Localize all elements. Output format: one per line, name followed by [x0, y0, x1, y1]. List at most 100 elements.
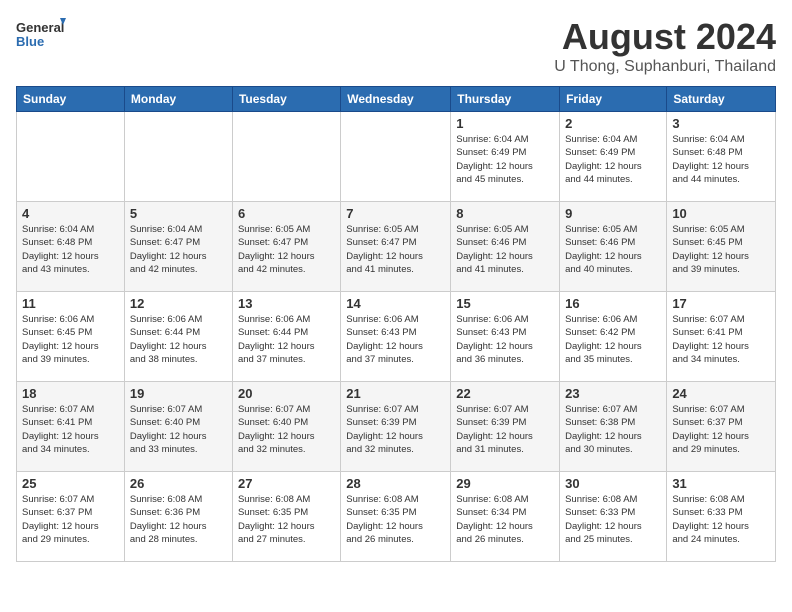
col-tuesday: Tuesday — [232, 87, 340, 112]
calendar-cell: 18 Sunrise: 6:07 AM Sunset: 6:41 PM Dayli… — [17, 382, 125, 472]
day-info: Sunrise: 6:07 AM Sunset: 6:38 PM Dayligh… — [565, 403, 661, 456]
day-number: 22 — [456, 386, 554, 401]
col-sunday: Sunday — [17, 87, 125, 112]
week-row-0: 1Sunrise: 6:04 AM Sunset: 6:49 PM Daylig… — [17, 112, 776, 202]
logo-svg: General Blue — [16, 16, 66, 56]
calendar-cell: 22 Sunrise: 6:07 AM Sunset: 6:39 PM Dayli… — [451, 382, 560, 472]
day-number: 24 — [672, 386, 770, 401]
calendar-cell: 14 Sunrise: 6:06 AM Sunset: 6:43 PM Dayli… — [341, 292, 451, 382]
day-info: Sunrise: 6:05 AM Sunset: 6:47 PM Dayligh… — [346, 223, 445, 276]
day-info: Sunrise: 6:08 AM Sunset: 6:35 PM Dayligh… — [238, 493, 335, 546]
day-info: Sunrise: 6:04 AM Sunset: 6:47 PM Dayligh… — [130, 223, 227, 276]
calendar-cell: 26Sunrise: 6:08 AM Sunset: 6:36 PM Dayli… — [124, 472, 232, 562]
logo: General Blue — [16, 16, 66, 56]
day-info: Sunrise: 6:07 AM Sunset: 6:41 PM Dayligh… — [22, 403, 119, 456]
day-number: 19 — [130, 386, 227, 401]
calendar-cell: 15 Sunrise: 6:06 AM Sunset: 6:43 PM Dayli… — [451, 292, 560, 382]
day-info: Sunrise: 6:06 AM Sunset: 6:45 PM Dayligh… — [22, 313, 119, 366]
calendar-cell: 13 Sunrise: 6:06 AM Sunset: 6:44 PM Dayli… — [232, 292, 340, 382]
day-number: 15 — [456, 296, 554, 311]
calendar-cell: 12 Sunrise: 6:06 AM Sunset: 6:44 PM Dayli… — [124, 292, 232, 382]
day-number: 27 — [238, 476, 335, 491]
day-info: Sunrise: 6:07 AM Sunset: 6:41 PM Dayligh… — [672, 313, 770, 366]
header: General Blue August 2024 U Thong, Suphan… — [16, 16, 776, 76]
day-info: Sunrise: 6:04 AM Sunset: 6:49 PM Dayligh… — [456, 133, 554, 186]
calendar-cell: 28 Sunrise: 6:08 AM Sunset: 6:35 PM Dayli… — [341, 472, 451, 562]
day-info: Sunrise: 6:05 AM Sunset: 6:46 PM Dayligh… — [565, 223, 661, 276]
calendar-cell: 7 Sunrise: 6:05 AM Sunset: 6:47 PM Daylig… — [341, 202, 451, 292]
col-saturday: Saturday — [667, 87, 776, 112]
day-info: Sunrise: 6:07 AM Sunset: 6:40 PM Dayligh… — [238, 403, 335, 456]
day-number: 18 — [22, 386, 119, 401]
day-info: Sunrise: 6:05 AM Sunset: 6:47 PM Dayligh… — [238, 223, 335, 276]
day-info: Sunrise: 6:04 AM Sunset: 6:48 PM Dayligh… — [22, 223, 119, 276]
day-number: 11 — [22, 296, 119, 311]
calendar-table: Sunday Monday Tuesday Wednesday Thursday… — [16, 86, 776, 562]
calendar-cell: 20 Sunrise: 6:07 AM Sunset: 6:40 PM Dayli… — [232, 382, 340, 472]
col-friday: Friday — [560, 87, 667, 112]
day-number: 30 — [565, 476, 661, 491]
day-info: Sunrise: 6:08 AM Sunset: 6:33 PM Dayligh… — [672, 493, 770, 546]
main-title: August 2024 — [554, 16, 776, 58]
day-number: 25 — [22, 476, 119, 491]
day-info: Sunrise: 6:06 AM Sunset: 6:43 PM Dayligh… — [456, 313, 554, 366]
day-number: 3 — [672, 116, 770, 131]
day-number: 6 — [238, 206, 335, 221]
calendar-cell: 8 Sunrise: 6:05 AM Sunset: 6:46 PM Daylig… — [451, 202, 560, 292]
day-number: 12 — [130, 296, 227, 311]
day-info: Sunrise: 6:05 AM Sunset: 6:46 PM Dayligh… — [456, 223, 554, 276]
calendar-cell: 19Sunrise: 6:07 AM Sunset: 6:40 PM Dayli… — [124, 382, 232, 472]
day-info: Sunrise: 6:07 AM Sunset: 6:37 PM Dayligh… — [672, 403, 770, 456]
day-info: Sunrise: 6:04 AM Sunset: 6:49 PM Dayligh… — [565, 133, 661, 186]
day-info: Sunrise: 6:06 AM Sunset: 6:44 PM Dayligh… — [130, 313, 227, 366]
day-info: Sunrise: 6:07 AM Sunset: 6:37 PM Dayligh… — [22, 493, 119, 546]
day-info: Sunrise: 6:06 AM Sunset: 6:42 PM Dayligh… — [565, 313, 661, 366]
col-wednesday: Wednesday — [341, 87, 451, 112]
day-number: 14 — [346, 296, 445, 311]
calendar-cell: 11 Sunrise: 6:06 AM Sunset: 6:45 PM Dayli… — [17, 292, 125, 382]
calendar-body: 1Sunrise: 6:04 AM Sunset: 6:49 PM Daylig… — [17, 112, 776, 562]
day-number: 28 — [346, 476, 445, 491]
day-number: 20 — [238, 386, 335, 401]
week-row-1: 4Sunrise: 6:04 AM Sunset: 6:48 PM Daylig… — [17, 202, 776, 292]
col-monday: Monday — [124, 87, 232, 112]
calendar-cell: 24 Sunrise: 6:07 AM Sunset: 6:37 PM Dayli… — [667, 382, 776, 472]
day-info: Sunrise: 6:07 AM Sunset: 6:39 PM Dayligh… — [456, 403, 554, 456]
calendar-cell: 25 Sunrise: 6:07 AM Sunset: 6:37 PM Dayli… — [17, 472, 125, 562]
calendar-header: Sunday Monday Tuesday Wednesday Thursday… — [17, 87, 776, 112]
week-row-3: 18 Sunrise: 6:07 AM Sunset: 6:41 PM Dayli… — [17, 382, 776, 472]
day-info: Sunrise: 6:08 AM Sunset: 6:33 PM Dayligh… — [565, 493, 661, 546]
day-number: 23 — [565, 386, 661, 401]
svg-text:General: General — [16, 20, 64, 35]
calendar-cell: 5Sunrise: 6:04 AM Sunset: 6:47 PM Daylig… — [124, 202, 232, 292]
day-info: Sunrise: 6:04 AM Sunset: 6:48 PM Dayligh… — [672, 133, 770, 186]
day-number: 16 — [565, 296, 661, 311]
day-info: Sunrise: 6:05 AM Sunset: 6:45 PM Dayligh… — [672, 223, 770, 276]
col-thursday: Thursday — [451, 87, 560, 112]
day-number: 2 — [565, 116, 661, 131]
day-number: 13 — [238, 296, 335, 311]
calendar-cell: 6 Sunrise: 6:05 AM Sunset: 6:47 PM Daylig… — [232, 202, 340, 292]
calendar-cell — [124, 112, 232, 202]
calendar-cell — [17, 112, 125, 202]
week-row-2: 11 Sunrise: 6:06 AM Sunset: 6:45 PM Dayli… — [17, 292, 776, 382]
calendar-cell: 9 Sunrise: 6:05 AM Sunset: 6:46 PM Daylig… — [560, 202, 667, 292]
day-number: 31 — [672, 476, 770, 491]
day-number: 7 — [346, 206, 445, 221]
day-info: Sunrise: 6:08 AM Sunset: 6:34 PM Dayligh… — [456, 493, 554, 546]
week-row-4: 25 Sunrise: 6:07 AM Sunset: 6:37 PM Dayli… — [17, 472, 776, 562]
calendar-cell: 23 Sunrise: 6:07 AM Sunset: 6:38 PM Dayli… — [560, 382, 667, 472]
calendar-cell: 3 Sunrise: 6:04 AM Sunset: 6:48 PM Daylig… — [667, 112, 776, 202]
day-number: 9 — [565, 206, 661, 221]
day-info: Sunrise: 6:08 AM Sunset: 6:36 PM Dayligh… — [130, 493, 227, 546]
day-info: Sunrise: 6:08 AM Sunset: 6:35 PM Dayligh… — [346, 493, 445, 546]
calendar-cell: 17Sunrise: 6:07 AM Sunset: 6:41 PM Dayli… — [667, 292, 776, 382]
day-number: 8 — [456, 206, 554, 221]
day-info: Sunrise: 6:06 AM Sunset: 6:44 PM Dayligh… — [238, 313, 335, 366]
calendar-cell: 31 Sunrise: 6:08 AM Sunset: 6:33 PM Dayli… — [667, 472, 776, 562]
day-info: Sunrise: 6:06 AM Sunset: 6:43 PM Dayligh… — [346, 313, 445, 366]
day-number: 21 — [346, 386, 445, 401]
calendar-cell: 4Sunrise: 6:04 AM Sunset: 6:48 PM Daylig… — [17, 202, 125, 292]
day-number: 10 — [672, 206, 770, 221]
calendar-cell: 2 Sunrise: 6:04 AM Sunset: 6:49 PM Daylig… — [560, 112, 667, 202]
